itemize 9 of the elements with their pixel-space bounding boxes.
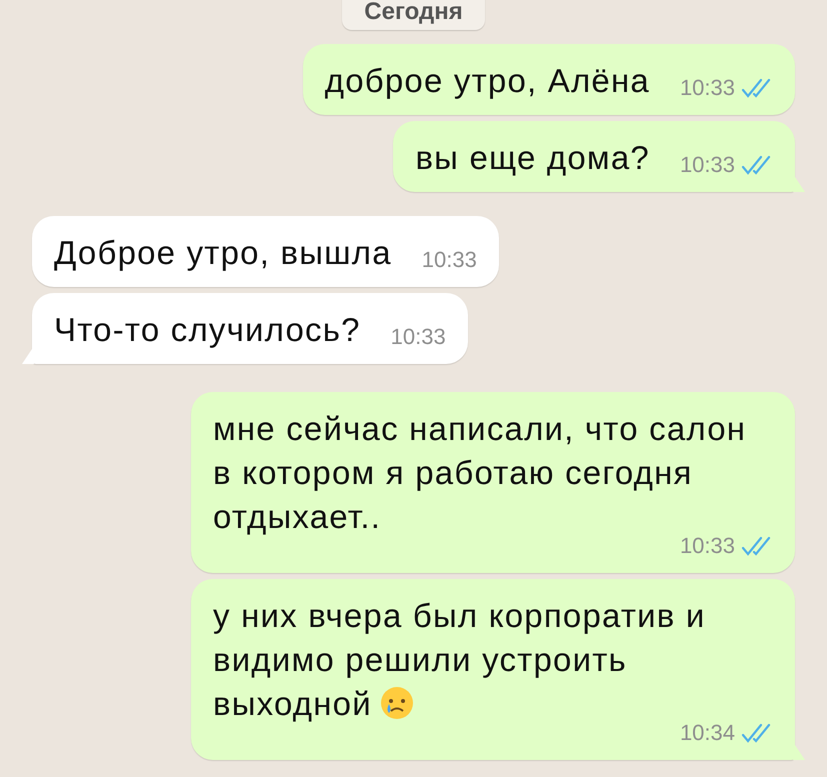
- message-text: доброе утро, Алёна: [324, 61, 650, 101]
- message-text: Что-то случилось?: [54, 310, 361, 350]
- message-text: Доброе утро, вышла: [54, 233, 392, 273]
- message-time: 10:33: [680, 152, 735, 178]
- message-time: 10:33: [390, 324, 446, 350]
- date-label: Сегодня: [342, 0, 485, 30]
- message-time: 10:33: [680, 75, 735, 101]
- message-time: 10:33: [422, 247, 477, 273]
- message-text: вы еще дома?: [415, 138, 650, 178]
